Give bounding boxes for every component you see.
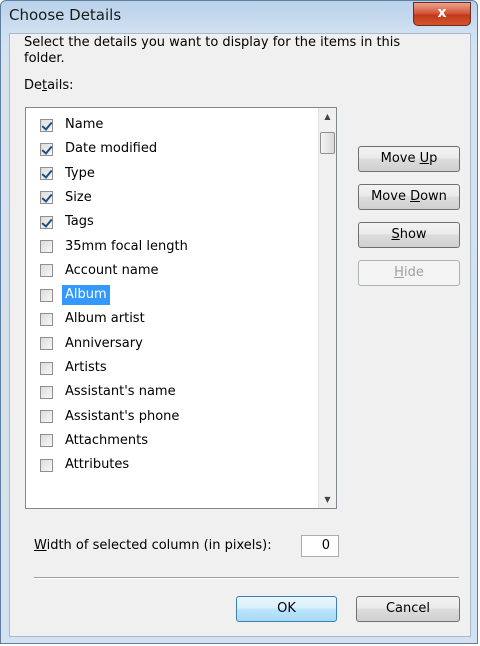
list-item[interactable]: Name [40, 114, 106, 136]
list-item-label: Assistant's name [65, 384, 176, 400]
list-item[interactable]: Account name [40, 260, 162, 282]
list-item-label: Name [65, 117, 104, 132]
list-item[interactable]: Tags [40, 211, 97, 233]
separator [34, 577, 459, 579]
checkbox[interactable] [40, 434, 53, 448]
scrollbar-thumb[interactable] [320, 132, 335, 154]
list-item-label: Size [65, 189, 92, 205]
cancel-button[interactable]: Cancel [356, 596, 460, 622]
list-item[interactable]: Attachments [40, 430, 151, 452]
scroll-up-arrow-icon[interactable]: ▲ [319, 108, 336, 125]
checkbox[interactable] [40, 288, 53, 302]
checkbox[interactable] [40, 361, 53, 375]
list-item[interactable]: Album artist [40, 308, 148, 330]
checkbox[interactable] [40, 264, 53, 278]
list-item[interactable]: Type [40, 163, 98, 185]
list-item-label: Assistant's phone [65, 408, 180, 424]
show-button[interactable]: Show [358, 222, 460, 248]
scroll-down-arrow-icon[interactable]: ▼ [319, 491, 336, 508]
checkbox[interactable] [40, 191, 53, 205]
list-item-label: 35mm focal length [65, 238, 188, 254]
list-item-label: Tags [65, 214, 94, 230]
list-item[interactable]: Date modified [40, 138, 160, 160]
list-item-label: Anniversary [65, 335, 143, 351]
list-item[interactable]: Attributes [40, 454, 132, 476]
move-down-button[interactable]: Move Down [358, 184, 460, 210]
instructions-text: Select the details you want to display f… [24, 35, 401, 66]
details-listbox[interactable]: Name Date modified Type Size Tags 35mm focal … [25, 107, 337, 509]
window-title: Choose Details [9, 6, 122, 24]
list-item-label: Account name [65, 262, 159, 278]
column-width-label: Width of selected column (in pixels): [34, 538, 272, 553]
list-item[interactable]: Assistant's phone [40, 406, 182, 428]
checkbox[interactable] [40, 118, 53, 132]
list-item[interactable]: Assistant's name [40, 381, 179, 403]
list-item[interactable]: Anniversary [40, 333, 146, 355]
ok-button[interactable]: OK [236, 596, 337, 622]
choose-details-dialog: Choose Details x Select the details you … [0, 0, 478, 644]
close-button[interactable]: x [413, 2, 471, 26]
details-label: Details: [24, 78, 74, 93]
move-up-button[interactable]: Move Up [358, 146, 460, 172]
list-item[interactable]: Size [40, 187, 95, 209]
list-item-label: Type [65, 165, 95, 181]
checkbox[interactable] [40, 385, 53, 399]
list-item-label: Attachments [65, 432, 148, 448]
checkbox[interactable] [40, 312, 53, 326]
list-item-label: Attributes [65, 457, 130, 473]
list-item-label: Album [62, 285, 110, 306]
checkbox[interactable] [40, 337, 53, 351]
checkbox[interactable] [40, 240, 53, 253]
list-item[interactable]: Artists [40, 357, 110, 379]
checkbox[interactable] [40, 410, 53, 424]
list-item-label: Album artist [65, 311, 145, 327]
hide-button[interactable]: Hide [358, 260, 460, 286]
checkbox[interactable] [40, 167, 53, 181]
list-item[interactable]: 35mm focal length [40, 236, 191, 258]
checkbox[interactable] [40, 142, 53, 156]
list-item-label: Artists [65, 360, 107, 375]
checkbox[interactable] [40, 215, 53, 229]
title-bar[interactable]: Choose Details x [1, 1, 477, 33]
list-item[interactable]: Album [40, 284, 110, 306]
column-width-input[interactable]: 0 [301, 535, 339, 557]
vertical-scrollbar[interactable]: ▲ ▼ [318, 108, 336, 508]
checkbox[interactable] [40, 458, 53, 472]
list-item-label: Date modified [65, 141, 158, 157]
close-icon: x [437, 5, 447, 21]
